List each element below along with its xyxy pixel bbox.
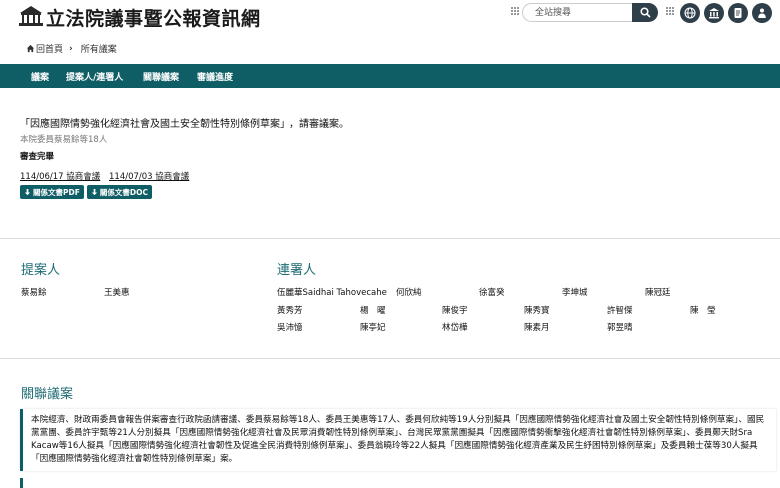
section-nav: 議案 提案人/連署人 關聯議案 審議進度 bbox=[0, 64, 780, 88]
nav-review-progress[interactable]: 審議進度 bbox=[197, 70, 233, 83]
bill-section: 「因應國際情勢強化經濟社會及國土安全韌性特別條例草案」 ，請審議案。 本院委員蔡易… bbox=[0, 88, 780, 238]
cosigner-name[interactable]: 陳亭妃 bbox=[360, 321, 386, 333]
divider bbox=[0, 238, 780, 239]
chevron-right-icon: › bbox=[69, 43, 73, 54]
breadcrumb-home-link[interactable]: 回首頁 bbox=[36, 42, 63, 55]
cosigner-name[interactable]: 黃秀芳 bbox=[277, 304, 303, 316]
page: 立法院議事暨公報資訊網 全站搜尋 回首頁 › 所有議案 議案 提案人/連署人 關… bbox=[0, 0, 780, 488]
cosigner-name[interactable]: 楊 曜 bbox=[360, 304, 386, 316]
top-bar: 立法院議事暨公報資訊網 bbox=[0, 0, 780, 36]
meeting-link[interactable]: 114/07/03 協商會議 bbox=[109, 172, 189, 182]
download-doc-button[interactable]: 關係文書DOC bbox=[86, 185, 152, 199]
cosigner-name[interactable]: 吳沛憶 bbox=[277, 321, 303, 333]
bill-title-suffix: ，請審議案。 bbox=[289, 119, 349, 130]
meeting-links: 114/06/17 協商會議 114/07/03 協商會議 bbox=[20, 170, 195, 182]
grid-menu-icon-2[interactable] bbox=[666, 7, 674, 15]
download-icon bbox=[24, 188, 31, 195]
related-bill-card[interactable]: 本院經濟、財政兩委員會報告併案審查行政院函請審議、委員蔡易餘等18人、委員王美惠… bbox=[20, 409, 776, 471]
cosigner-name[interactable]: 郭昱晴 bbox=[607, 321, 633, 333]
divider bbox=[0, 358, 780, 359]
related-bill-card-partial[interactable] bbox=[20, 478, 776, 488]
cosigner-name[interactable]: 陳 瑩 bbox=[690, 304, 716, 316]
building-icon bbox=[709, 8, 719, 19]
globe-icon bbox=[684, 7, 696, 19]
cosigner-name[interactable]: 陳冠廷 bbox=[645, 286, 671, 298]
breadcrumb: 回首頁 › 所有議案 bbox=[26, 42, 117, 55]
cosigner-name[interactable]: 李坤城 bbox=[562, 286, 588, 298]
download-doc-label: 關係文書DOC bbox=[99, 187, 148, 197]
people-button[interactable] bbox=[752, 3, 772, 23]
cosigner-name[interactable]: 伍麗華Saidhai Tahovecahe bbox=[277, 286, 387, 298]
proposer-name[interactable]: 蔡易餘 bbox=[21, 286, 47, 298]
search-button[interactable] bbox=[632, 3, 658, 22]
nav-bill[interactable]: 議案 bbox=[31, 70, 49, 83]
site-title[interactable]: 立法院議事暨公報資訊網 bbox=[46, 4, 261, 31]
document-buttons: 關係文書PDF 關係文書DOC bbox=[20, 185, 152, 199]
proposer-name[interactable]: 王美惠 bbox=[104, 286, 130, 298]
proposers-heading: 提案人 bbox=[21, 263, 61, 278]
cosigner-name[interactable]: 陳素月 bbox=[524, 321, 550, 333]
nav-proposers[interactable]: 提案人/連署人 bbox=[66, 70, 123, 83]
site-search-input[interactable] bbox=[522, 3, 632, 22]
legislative-yuan-logo[interactable] bbox=[18, 4, 44, 28]
cosigner-name[interactable]: 何欣純 bbox=[396, 286, 422, 298]
cosigner-name[interactable]: 陳秀寳 bbox=[524, 304, 550, 316]
bill-title-text: 「因應國際情勢強化經濟社會及國土安全韌性特別條例草案」 bbox=[20, 119, 285, 130]
bill-status: 審查完畢 bbox=[20, 152, 55, 162]
bill-title: 「因應國際情勢強化經濟社會及國土安全韌性特別條例草案」 ，請審議案。 bbox=[20, 115, 349, 130]
home-icon bbox=[26, 44, 35, 53]
cosigner-name[interactable]: 林岱樺 bbox=[442, 321, 468, 333]
cosigners-heading: 連署人 bbox=[277, 263, 317, 278]
bill-proposer-line: 本院委員蔡易餘等18人 bbox=[20, 135, 108, 145]
related-heading: 關聯議案 bbox=[21, 387, 74, 402]
cosigner-name[interactable]: 許智傑 bbox=[607, 304, 633, 316]
globe-button[interactable] bbox=[680, 3, 700, 23]
download-pdf-label: 關係文書PDF bbox=[33, 187, 80, 197]
breadcrumb-current: 所有議案 bbox=[80, 45, 117, 55]
cosigner-name[interactable]: 陳俊宇 bbox=[442, 304, 468, 316]
document-icon bbox=[734, 8, 742, 18]
grid-menu-icon[interactable] bbox=[511, 7, 519, 15]
cosigner-name[interactable]: 徐富癸 bbox=[479, 286, 505, 298]
document-button[interactable] bbox=[728, 3, 748, 23]
meeting-link[interactable]: 114/06/17 協商會議 bbox=[20, 172, 100, 182]
related-bill-text: 本院經濟、財政兩委員會報告併案審查行政院函請審議、委員蔡易餘等18人、委員王美惠… bbox=[31, 415, 765, 464]
download-pdf-button[interactable]: 關係文書PDF bbox=[20, 185, 84, 199]
download-icon bbox=[91, 188, 97, 195]
nav-related-bills[interactable]: 關聯議案 bbox=[143, 70, 179, 83]
people-icon bbox=[758, 8, 766, 18]
building-button[interactable] bbox=[704, 3, 724, 23]
search-icon bbox=[639, 7, 651, 18]
